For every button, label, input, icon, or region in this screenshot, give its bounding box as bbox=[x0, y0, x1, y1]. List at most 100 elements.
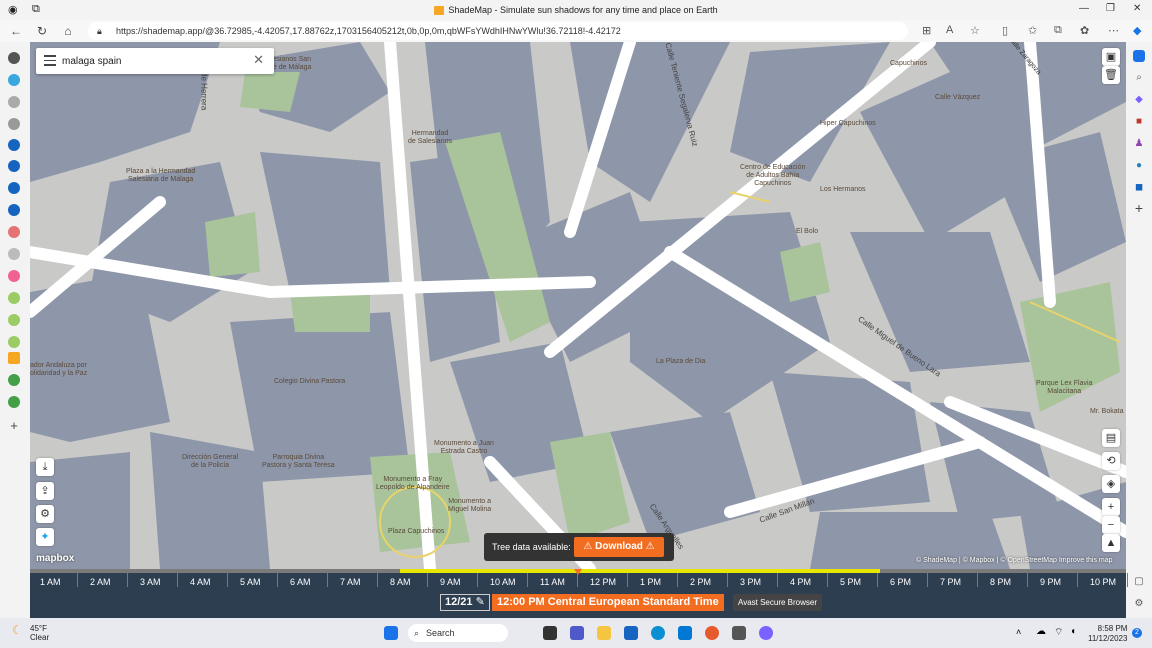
hour-label[interactable]: 2 PM bbox=[690, 577, 711, 587]
maximize-icon[interactable]: ❐ bbox=[1106, 3, 1115, 14]
extensions-icon[interactable]: ✿ bbox=[1080, 24, 1089, 37]
taskview-icon[interactable] bbox=[543, 626, 557, 640]
close-window-icon[interactable]: ✕ bbox=[1133, 3, 1141, 14]
clock[interactable]: 8:58 PM 11/12/2023 bbox=[1088, 624, 1127, 644]
hour-label[interactable]: 1 PM bbox=[640, 577, 661, 587]
avast-browser-icon[interactable] bbox=[759, 626, 773, 640]
zoom-out-button[interactable]: − bbox=[1102, 516, 1120, 534]
refresh-icon[interactable]: ↻ bbox=[34, 23, 50, 39]
hour-label[interactable]: 6 AM bbox=[290, 577, 311, 587]
apps-icon[interactable]: ⊞ bbox=[922, 24, 931, 37]
firefox-icon[interactable] bbox=[705, 626, 719, 640]
file-explorer-icon[interactable] bbox=[597, 626, 611, 640]
map-canvas[interactable]: Salesianos San José de Málaga Hermandad de… bbox=[30, 42, 1126, 569]
hour-label[interactable]: 7 PM bbox=[940, 577, 961, 587]
shopping-icon[interactable]: ◆ bbox=[1133, 94, 1145, 106]
google-icon[interactable] bbox=[8, 396, 20, 408]
edge-icon[interactable] bbox=[8, 204, 20, 216]
edge-icon[interactable] bbox=[8, 160, 20, 172]
date-picker[interactable]: 12/21 ✎ bbox=[440, 594, 490, 611]
favorites-icon[interactable]: ✩ bbox=[1028, 24, 1037, 37]
copilot-icon[interactable]: ◆ bbox=[1133, 24, 1141, 37]
search-input[interactable] bbox=[62, 53, 242, 69]
mail-icon[interactable] bbox=[8, 226, 20, 238]
edge-taskbar-icon[interactable] bbox=[651, 626, 665, 640]
document-icon[interactable] bbox=[8, 248, 20, 260]
fullscreen-icon[interactable]: ▣ bbox=[1102, 48, 1120, 66]
weather-widget[interactable]: ☾ 45°F Clear bbox=[12, 624, 49, 642]
download-button[interactable]: ⚠︎ Download ⚠︎ bbox=[574, 537, 664, 557]
map-attribution[interactable]: © ShadeMap | © Mapbox | © OpenStreetMap … bbox=[916, 557, 1113, 564]
favorite-star-icon[interactable]: ☆ bbox=[970, 24, 980, 37]
home-icon[interactable]: ⌂ bbox=[60, 23, 76, 39]
report-icon[interactable]: ▤ bbox=[1102, 429, 1120, 447]
store-icon[interactable] bbox=[624, 626, 638, 640]
hamburger-menu-icon[interactable] bbox=[44, 55, 56, 67]
hour-label[interactable]: 6 PM bbox=[890, 577, 911, 587]
url-field[interactable]: 🔒︎ https://shademap.app/@36.72985,-4.420… bbox=[88, 22, 908, 40]
app-icon[interactable] bbox=[8, 74, 20, 86]
compass-icon[interactable]: ▲ bbox=[1102, 534, 1120, 552]
google-icon[interactable] bbox=[8, 336, 20, 348]
download-icon[interactable]: ⤓ bbox=[36, 458, 54, 476]
hour-label[interactable]: 12 PM bbox=[590, 577, 616, 587]
read-aloud-icon[interactable]: A bbox=[946, 24, 953, 36]
start-icon[interactable] bbox=[384, 626, 398, 640]
terminal-icon[interactable] bbox=[732, 626, 746, 640]
hour-label[interactable]: 3 AM bbox=[140, 577, 161, 587]
audio-icon[interactable] bbox=[8, 96, 20, 108]
tools-icon[interactable]: ■ bbox=[1133, 116, 1145, 128]
tabs-icon[interactable]: ⧉ bbox=[32, 3, 40, 16]
hour-label[interactable]: 5 PM bbox=[840, 577, 861, 587]
taskbar-search[interactable]: ⌕ Search bbox=[408, 624, 508, 642]
tray-chevron-icon[interactable]: ˄ bbox=[1016, 627, 1021, 637]
hour-label[interactable]: 9 AM bbox=[440, 577, 461, 587]
zoom-in-button[interactable]: + bbox=[1102, 498, 1120, 516]
split-screen-icon[interactable]: ▯ bbox=[1002, 24, 1008, 37]
edge-icon[interactable] bbox=[8, 182, 20, 194]
tab-icon[interactable] bbox=[8, 52, 20, 64]
edit-pencil-icon[interactable]: ✎ bbox=[476, 596, 485, 608]
sidebar-toggle-icon[interactable]: ▢ bbox=[1133, 576, 1145, 588]
games-icon[interactable]: ♟ bbox=[1133, 138, 1145, 150]
hour-label[interactable]: 10 PM bbox=[1090, 577, 1116, 587]
rotate-icon[interactable]: ⟲ bbox=[1102, 452, 1120, 470]
google-icon[interactable] bbox=[8, 292, 20, 304]
collections-icon[interactable]: ⧉ bbox=[1054, 24, 1062, 37]
share-icon[interactable]: ⇪ bbox=[36, 482, 54, 500]
microsoft365-icon[interactable]: ● bbox=[1133, 160, 1145, 172]
shademap-tab-icon[interactable] bbox=[8, 352, 20, 364]
google-icon[interactable] bbox=[8, 314, 20, 326]
hour-label[interactable]: 9 PM bbox=[1040, 577, 1061, 587]
settings-icon[interactable]: ⚙ bbox=[36, 505, 54, 523]
edge-icon[interactable] bbox=[8, 139, 20, 151]
time-marker[interactable] bbox=[574, 569, 582, 575]
hour-label[interactable]: 8 PM bbox=[990, 577, 1011, 587]
twitter-icon[interactable]: ✦ bbox=[36, 528, 54, 546]
hour-label[interactable]: 5 AM bbox=[240, 577, 261, 587]
minimize-icon[interactable]: — bbox=[1079, 3, 1089, 14]
hour-label[interactable]: 1 AM bbox=[40, 577, 61, 587]
back-icon[interactable]: ← bbox=[8, 23, 24, 39]
hour-label[interactable]: 7 AM bbox=[340, 577, 361, 587]
more-menu-icon[interactable]: ⋯ bbox=[1108, 24, 1119, 37]
youtube-icon[interactable] bbox=[8, 270, 20, 282]
add-tab-icon[interactable]: + bbox=[8, 419, 20, 432]
sidebar-settings-icon[interactable]: ⚙ bbox=[1133, 598, 1145, 610]
notification-badge[interactable]: 2 bbox=[1132, 628, 1142, 638]
hour-label[interactable]: 4 AM bbox=[190, 577, 211, 587]
trash-icon[interactable]: 🗑︎ bbox=[1102, 66, 1120, 84]
search-icon[interactable]: ⌕ bbox=[1133, 72, 1145, 84]
hour-label[interactable]: 2 AM bbox=[90, 577, 111, 587]
hour-label[interactable]: 8 AM bbox=[390, 577, 411, 587]
hour-label[interactable]: 3 PM bbox=[740, 577, 761, 587]
current-time-display[interactable]: 12:00 PM Central European Standard Time bbox=[492, 594, 724, 611]
profile-icon[interactable]: ◉ bbox=[8, 3, 18, 16]
wifi-icon[interactable]: ⌔ bbox=[1054, 626, 1063, 639]
mail-taskbar-icon[interactable] bbox=[678, 626, 692, 640]
add-sidebar-app-icon[interactable]: + bbox=[1133, 201, 1145, 215]
volume-icon[interactable]: ◖ bbox=[1070, 626, 1076, 637]
hour-label[interactable]: 4 PM bbox=[790, 577, 811, 587]
clear-search-icon[interactable]: ✕ bbox=[253, 53, 264, 67]
cloud-icon[interactable]: ☁ bbox=[1036, 626, 1046, 637]
